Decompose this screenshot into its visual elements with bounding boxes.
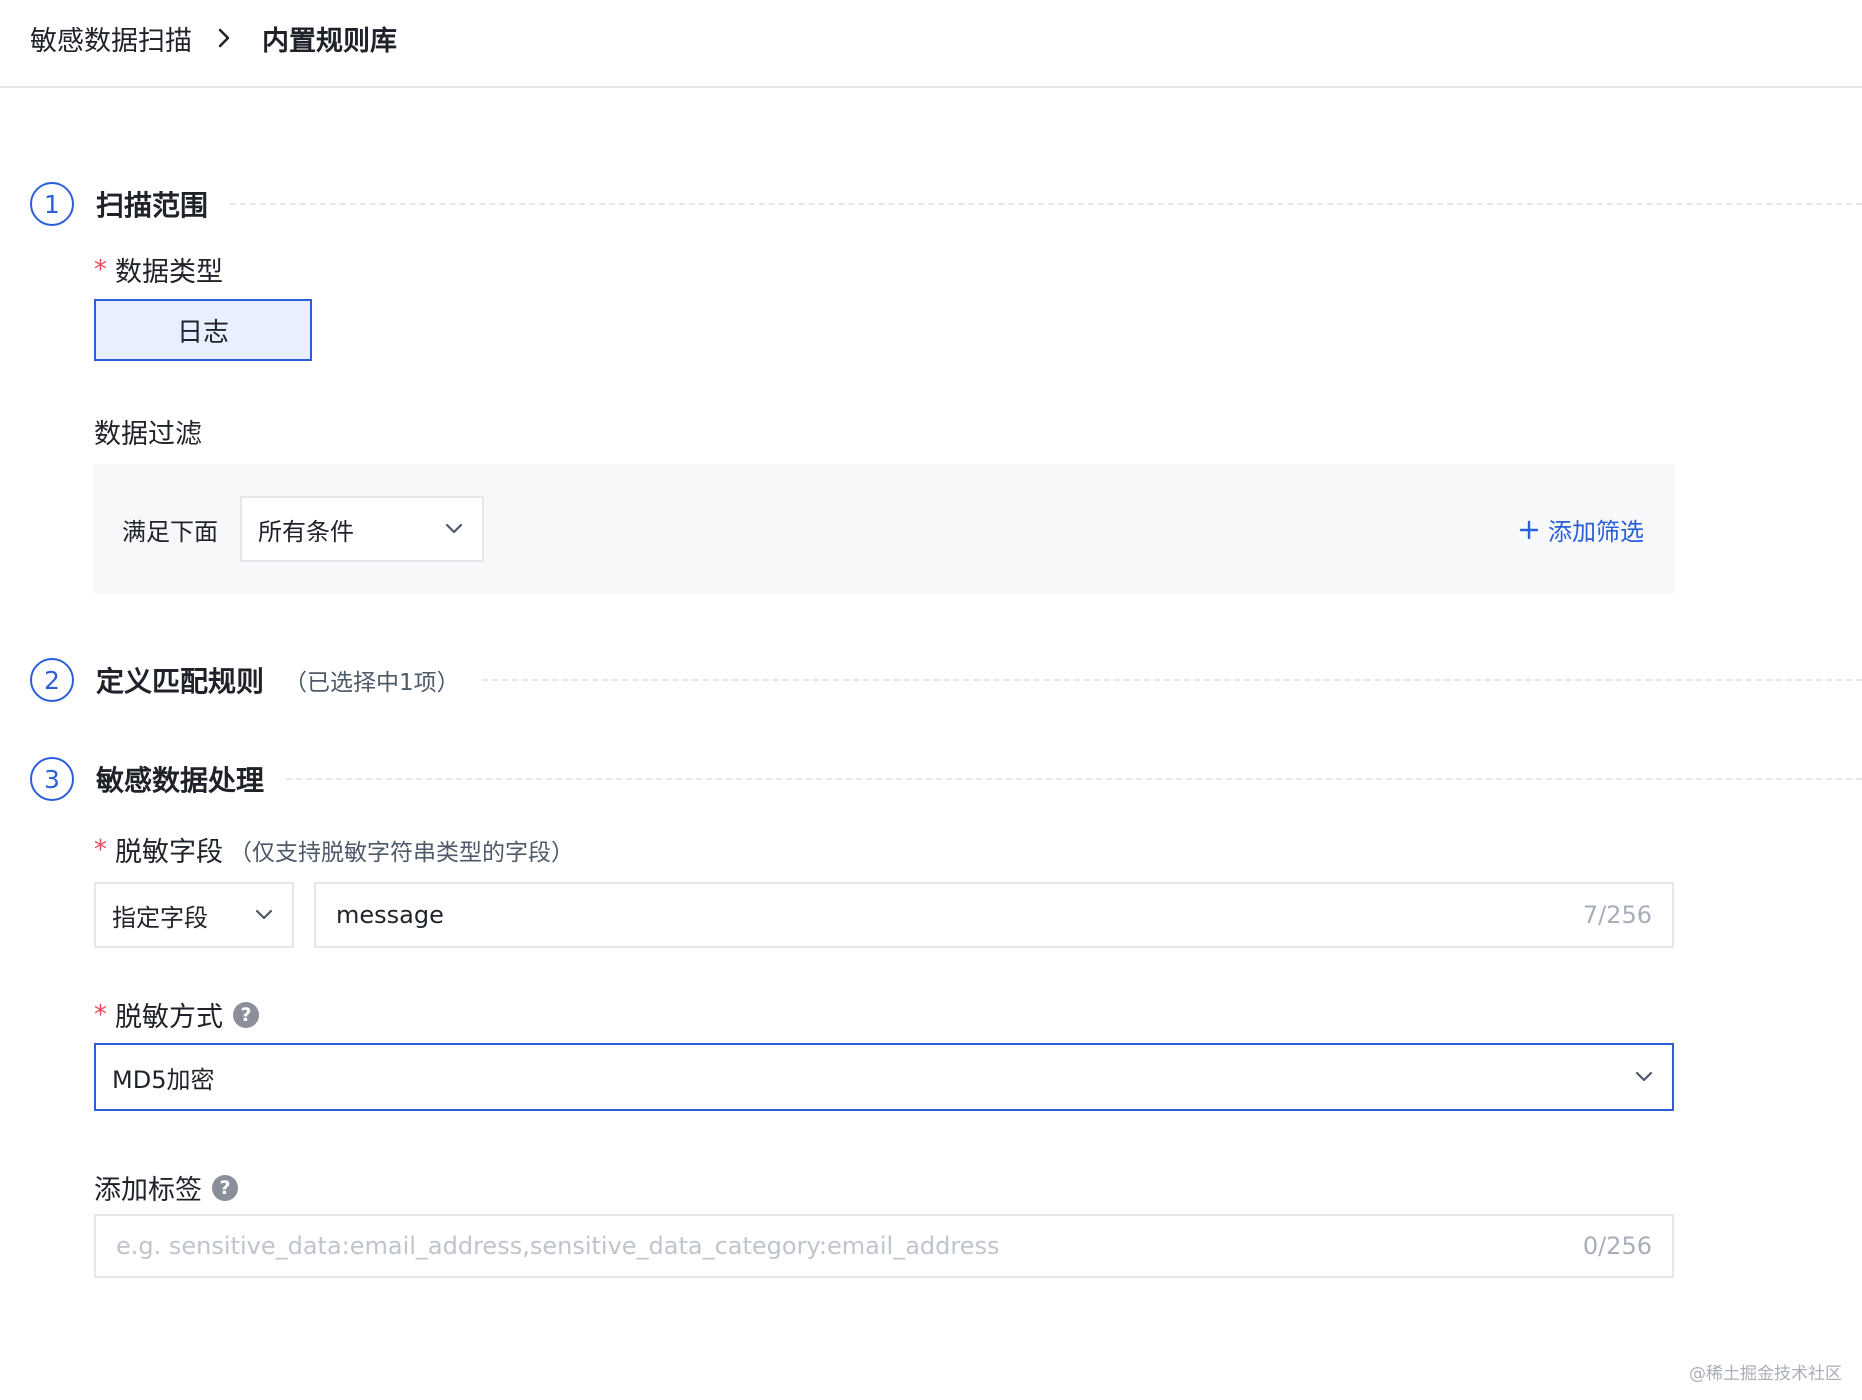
data-type-label: * 数据类型 [94,254,223,289]
data-filter-label: 数据过滤 [94,419,202,450]
section-divider [230,203,1862,205]
char-counter: 7/256 [1582,901,1652,929]
plus-icon [1518,519,1540,541]
data-type-log-option[interactable]: 日志 [94,299,312,361]
section-header-processing: 3 敏感数据处理 [30,757,1862,801]
chevron-down-icon [254,908,274,922]
chevron-right-icon [216,27,232,49]
watermark: @稀土掘金技术社区 [1689,1364,1842,1384]
help-icon[interactable]: ? [233,1001,259,1028]
tags-placeholder: e.g. sensitive_data:email_address,sensit… [116,1232,1000,1260]
step-number: 1 [30,182,74,226]
required-mark: * [94,254,107,285]
page: 敏感数据扫描 内置规则库 1 扫描范围 * 数据类型 日志 数据过滤 满足下面 … [0,0,1862,1400]
chevron-down-icon [1634,1070,1654,1084]
breadcrumb-item-current: 内置规则库 [262,25,397,57]
filter-condition-select[interactable]: 所有条件 [240,496,484,562]
required-mark: * [94,834,107,865]
help-icon[interactable]: ? [212,1174,238,1201]
step-number: 3 [30,757,74,801]
selection-count-note: （已选择中1项） [284,670,460,696]
breadcrumb-item-scan[interactable]: 敏感数据扫描 [30,19,192,58]
mask-field-label: * 脱敏字段 （仅支持脱敏字符串类型的字段） [94,834,574,869]
section-header-match-rules[interactable]: 2 定义匹配规则 （已选择中1项） [30,658,1862,702]
section-title: 定义匹配规则 [96,665,265,698]
breadcrumb: 敏感数据扫描 内置规则库 [30,18,397,58]
tags-label: 添加标签 ? [94,1168,238,1207]
section-title: 敏感数据处理 [96,764,265,797]
mask-field-note: （仅支持脱敏字符串类型的字段） [229,839,574,866]
mask-method-label: * 脱敏方式 ? [94,995,259,1034]
tags-input[interactable]: e.g. sensitive_data:email_address,sensit… [94,1214,1674,1278]
mask-method-select[interactable]: MD5加密 [94,1043,1674,1111]
add-filter-button[interactable]: 添加筛选 [1518,512,1644,547]
mask-field-mode-select[interactable]: 指定字段 [94,882,294,948]
step-number: 2 [30,658,74,702]
section-header-scan-scope: 1 扫描范围 [30,182,1862,226]
section-divider [286,778,1862,780]
required-mark: * [94,999,107,1030]
filter-panel: 满足下面 所有条件 添加筛选 [94,464,1674,594]
filter-condition-label: 满足下面 [122,518,218,546]
chevron-down-icon [444,522,464,536]
mask-field-input[interactable]: message 7/256 [314,882,1674,948]
section-title: 扫描范围 [96,189,209,222]
char-counter: 0/256 [1582,1232,1652,1260]
section-divider [481,679,1862,681]
header-divider [0,86,1862,88]
